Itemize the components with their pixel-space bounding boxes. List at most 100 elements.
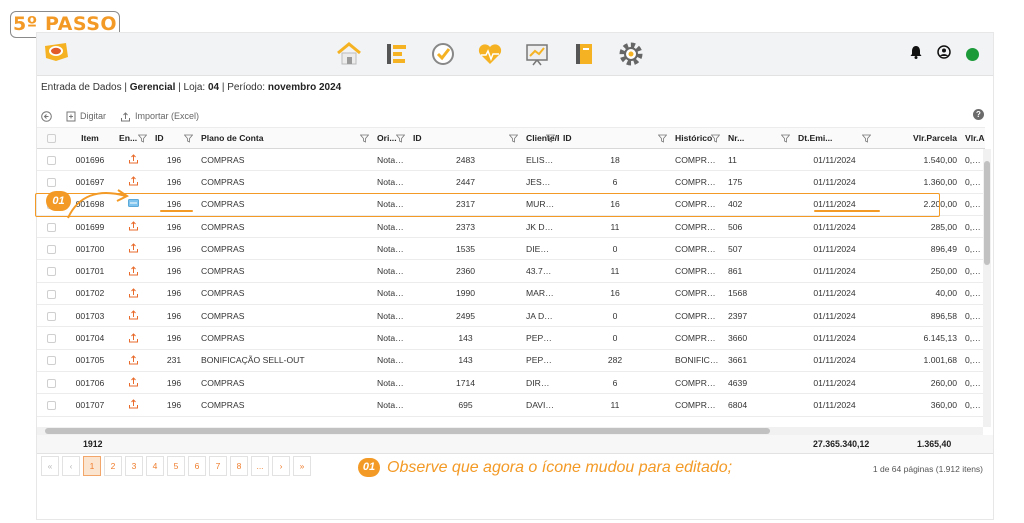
back-button[interactable] (41, 110, 52, 122)
upload-icon[interactable] (128, 355, 139, 367)
row-checkbox-box[interactable] (46, 222, 56, 232)
row-checkbox[interactable] (37, 349, 65, 372)
column-header-entry-status[interactable]: En... (115, 127, 151, 149)
page-button[interactable]: 3 (125, 456, 143, 476)
row-checkbox-box[interactable] (46, 267, 56, 277)
row-checkbox[interactable] (37, 393, 65, 417)
row-checkbox[interactable] (37, 259, 65, 283)
row-checkbox-box[interactable] (46, 178, 56, 188)
upload-icon[interactable] (128, 265, 139, 278)
table-row[interactable]: 001706 196COMPRASNotaEntra...1714DIRCEU B… (37, 371, 985, 395)
health-heart-icon[interactable] (474, 38, 506, 70)
table-row[interactable]: 001707 196COMPRASNotaEntra...695DAVID COM… (37, 393, 985, 417)
row-checkbox[interactable] (37, 170, 65, 194)
column-header-vlr-acres[interactable]: Vlr.Acres. (961, 127, 985, 149)
column-header-plano-de-conta[interactable]: Plano de Conta (197, 127, 373, 149)
table-row[interactable]: 001697 196COMPRASNotaEntra...2447JESSICA … (37, 170, 985, 194)
cell-entry-status[interactable] (115, 393, 151, 417)
upload-icon[interactable] (128, 377, 139, 389)
reports-chart-icon[interactable] (521, 38, 553, 70)
last-page-button[interactable]: » (293, 456, 311, 476)
page-ellipsis-button[interactable]: ... (251, 456, 269, 476)
cell-entry-status[interactable] (115, 215, 151, 239)
column-header-dt-emissao[interactable]: Dt.Emi... (794, 127, 875, 149)
cell-entry-status[interactable] (115, 282, 151, 306)
next-page-button[interactable]: › (272, 456, 290, 476)
upload-icon[interactable] (128, 243, 139, 255)
row-checkbox-box[interactable] (46, 244, 56, 254)
cell-entry-status[interactable] (115, 349, 151, 372)
cell-entry-status[interactable] (115, 259, 151, 283)
cell-entry-status[interactable] (115, 304, 151, 328)
cell-entry-status[interactable] (115, 170, 151, 194)
upload-icon[interactable] (128, 332, 139, 345)
import-excel-button[interactable]: Importar (Excel) (120, 111, 199, 122)
cell-cliente-fornec: DIRCEU BUFALO (522, 371, 559, 395)
row-checkbox-box[interactable] (46, 401, 56, 411)
data-entry-icon[interactable] (380, 38, 412, 70)
first-page-button[interactable]: « (41, 456, 59, 476)
row-checkbox-box[interactable] (46, 289, 56, 299)
table-row[interactable]: 001699 196COMPRASNotaEntra...2373JK DISTR… (37, 215, 985, 239)
horizontal-scrollbar-thumb[interactable] (45, 428, 770, 434)
settings-gear-icon[interactable] (615, 38, 647, 70)
totals-row: 1912 27.365.340,12 1.365,40 (37, 435, 993, 454)
table-row[interactable]: 001696 196COMPRASNotaEntra...2483ELISABET… (37, 148, 985, 172)
help-icon[interactable]: ? (973, 109, 984, 120)
column-header-historico[interactable]: Histórico (671, 127, 724, 149)
row-checkbox[interactable] (37, 215, 65, 239)
home-icon[interactable] (333, 38, 365, 70)
page-button[interactable]: 6 (188, 456, 206, 476)
table-row[interactable]: 001701 196COMPRASNotaEntra...236043.753.7… (37, 259, 985, 283)
column-header-id[interactable]: ID (151, 127, 197, 149)
table-row[interactable]: 001703 196COMPRASNotaEntra...2495JA DISTR… (37, 304, 985, 328)
row-checkbox[interactable] (37, 282, 65, 306)
notebook-icon[interactable] (568, 38, 600, 70)
row-checkbox[interactable] (37, 148, 65, 172)
row-checkbox-box[interactable] (46, 356, 56, 366)
digitar-button[interactable]: Digitar (66, 111, 106, 122)
select-all-checkbox[interactable] (37, 127, 65, 149)
user-account-icon[interactable] (937, 45, 951, 64)
row-checkbox[interactable] (37, 304, 65, 328)
vertical-scrollbar-thumb[interactable] (984, 161, 990, 265)
upload-icon[interactable] (128, 399, 139, 411)
page-button[interactable]: 1 (83, 456, 101, 476)
column-header-id-2[interactable]: ID (409, 127, 522, 149)
cell-entry-status[interactable] (115, 326, 151, 350)
row-checkbox[interactable] (37, 326, 65, 350)
page-button[interactable]: 5 (167, 456, 185, 476)
row-checkbox-box[interactable] (46, 378, 56, 388)
brand-logo[interactable] (42, 41, 70, 63)
row-checkbox-box[interactable] (46, 334, 56, 344)
upload-icon[interactable] (128, 176, 139, 188)
upload-icon[interactable] (128, 288, 139, 300)
table-row[interactable]: 001704 196COMPRASNotaEntra...143PEPSICO D… (37, 326, 985, 350)
bell-icon[interactable] (910, 45, 922, 64)
page-button[interactable]: 7 (209, 456, 227, 476)
column-header-cliente-fornec[interactable]: Cliente/Fornec. (522, 127, 559, 149)
column-header-origem[interactable]: Ori... (373, 127, 409, 149)
checklist-icon[interactable] (427, 38, 459, 70)
cell-entry-status[interactable] (115, 148, 151, 172)
cell-entry-status[interactable] (115, 371, 151, 395)
upload-icon[interactable] (128, 310, 139, 322)
prev-page-button[interactable]: ‹ (62, 456, 80, 476)
row-checkbox[interactable] (37, 371, 65, 395)
table-row[interactable]: 001705 231BONIFICAÇÃO SELL-OUTNotaEntra..… (37, 349, 985, 372)
upload-icon[interactable] (128, 221, 139, 233)
page-button[interactable]: 4 (146, 456, 164, 476)
cell-entry-status[interactable] (115, 237, 151, 261)
column-header-vlr-parcela[interactable]: Vlr.Parcela (875, 127, 961, 149)
table-row[interactable]: 001700 196COMPRASNotaEntra...1535DIEGO SA… (37, 237, 985, 261)
page-button[interactable]: 2 (104, 456, 122, 476)
column-header-item[interactable]: Item (65, 127, 115, 149)
row-checkbox-box[interactable] (46, 155, 56, 165)
table-row[interactable]: 001702 196COMPRASNotaEntra...1990MARCELO … (37, 282, 985, 306)
column-header-nr[interactable]: Nr... (724, 127, 794, 149)
column-header-id-3[interactable]: ID (559, 127, 671, 149)
page-button[interactable]: 8 (230, 456, 248, 476)
upload-icon[interactable] (128, 154, 139, 166)
row-checkbox-box[interactable] (46, 311, 56, 321)
row-checkbox[interactable] (37, 237, 65, 261)
